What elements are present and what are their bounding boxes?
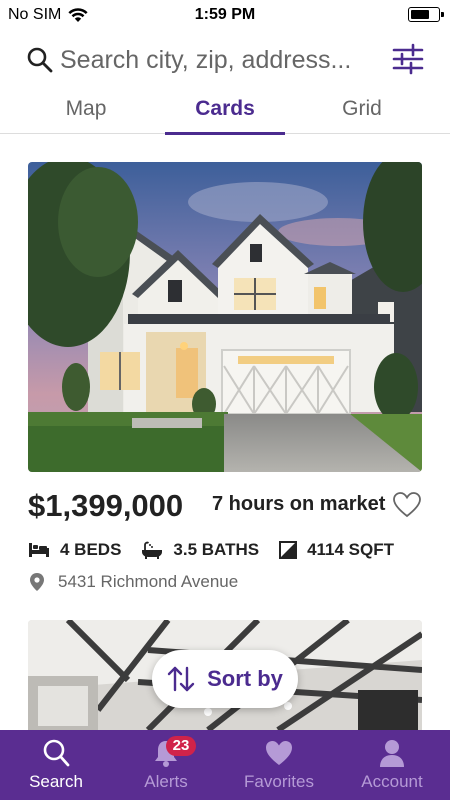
tabbar-search-label: Search [29, 772, 83, 791]
sqft-label: 4114 SQFT [307, 540, 395, 559]
favorite-heart-icon[interactable] [392, 490, 422, 520]
tabbar-alerts-label: Alerts [144, 772, 188, 791]
search-icon [27, 47, 53, 73]
tabbar-favorites-label: Favorites [244, 772, 314, 791]
battery-icon [408, 7, 444, 22]
beds-detail: 4 BEDS [28, 540, 121, 560]
area-icon [279, 541, 298, 559]
alerts-badge: 23 [166, 736, 196, 756]
tabbar-alerts[interactable]: 23 Alerts [110, 730, 222, 800]
address-row: 5431 Richmond Avenue [28, 570, 422, 594]
status-time: 1:59 PM [194, 6, 256, 23]
listing-card[interactable]: $1,399,000 7 hours on market 4 BEDS 3.5 … [28, 162, 422, 591]
tabbar-search[interactable]: Search [0, 730, 112, 800]
view-tabs: Map Cards Grid [0, 88, 450, 135]
baths-label: 3.5 BATHS [173, 540, 260, 559]
listing-details: 4 BEDS 3.5 BATHS 4114 SQFT [28, 538, 422, 562]
filter-sliders-icon[interactable] [392, 42, 424, 76]
time-on-market: 7 hours on market [212, 493, 386, 515]
baths-detail: 3.5 BATHS [141, 540, 259, 560]
tabbar-account-label: Account [361, 772, 423, 791]
sqft-detail: 4114 SQFT [279, 540, 394, 560]
search-icon [43, 739, 70, 767]
search-bar [0, 36, 450, 84]
sort-label: Sort by [207, 666, 283, 691]
tabbar-account[interactable]: Account [336, 730, 448, 800]
status-bar: No SIM 1:59 PM [0, 0, 450, 32]
beds-label: 4 BEDS [60, 540, 122, 559]
listing-price: $1,399,000 [28, 488, 184, 523]
tab-map[interactable]: Map [26, 88, 146, 134]
search-input[interactable] [60, 42, 380, 78]
heart-icon [266, 741, 292, 765]
location-pin-icon [30, 573, 44, 591]
bathtub-icon [142, 541, 163, 559]
house-photo-image [28, 162, 422, 472]
listing-address: 5431 Richmond Avenue [58, 572, 239, 591]
sort-button[interactable]: Sort by [152, 650, 298, 708]
listing-photo[interactable] [28, 162, 422, 472]
tab-grid[interactable]: Grid [302, 88, 422, 134]
tab-cards[interactable]: Cards [165, 88, 285, 135]
tabbar-favorites[interactable]: Favorites [223, 730, 335, 800]
sort-arrows-icon [167, 666, 195, 692]
price-row: $1,399,000 7 hours on market [28, 488, 422, 528]
bed-icon [29, 543, 49, 557]
person-icon [380, 740, 404, 767]
bottom-tab-bar: Search 23 Alerts Favorites Account [0, 730, 450, 800]
